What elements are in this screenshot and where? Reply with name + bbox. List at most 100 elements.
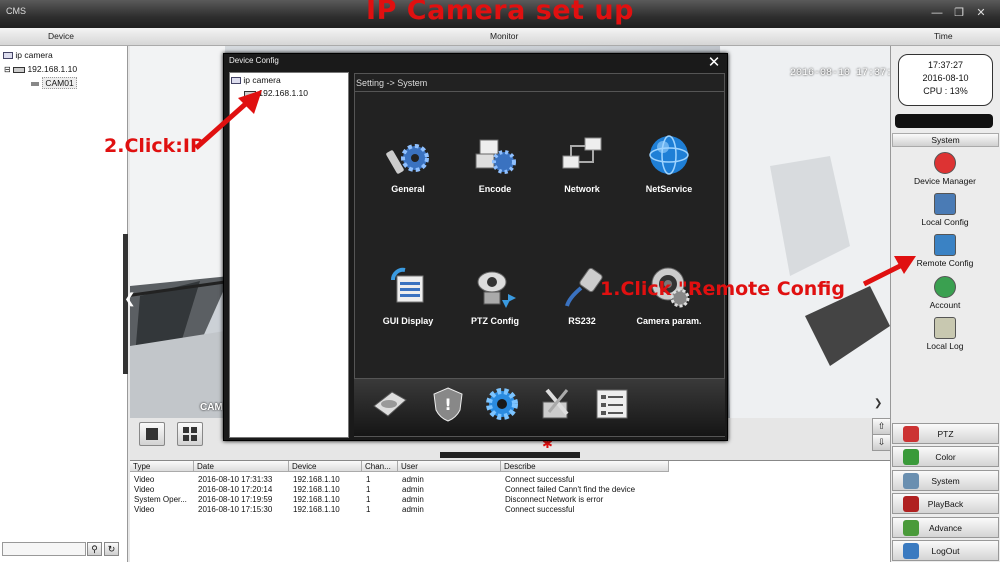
cpu-usage: CPU : 13% (923, 86, 968, 96)
log-column-header[interactable]: Describe (501, 461, 669, 472)
dialog-tree-root-label: ip camera (243, 75, 281, 85)
config-item-label: Encode (478, 184, 512, 194)
system-item[interactable]: Device Manager (893, 152, 997, 186)
dvr-icon (13, 67, 26, 74)
tree-root-label: ip camera (15, 50, 53, 60)
annotation-step1: 1.Click "Remote Config (600, 278, 845, 300)
system-item-label: Remote Config (916, 258, 974, 268)
dialog-close-icon[interactable]: ✕ (706, 53, 722, 71)
camera-group-icon (3, 52, 13, 60)
toolbar-slider[interactable] (440, 452, 580, 458)
log-cell: admin (402, 495, 424, 504)
nav-button[interactable]: LogOut (892, 540, 999, 561)
camera-timestamp: 2016-08-10 17:37:26 (790, 68, 905, 79)
log-cell: 2016-08-10 17:31:33 (198, 475, 273, 484)
status-bar (895, 114, 993, 128)
device-tree-panel (0, 46, 128, 562)
annotation-arrow-remote (862, 256, 916, 287)
close-window-icon[interactable]: ✕ (974, 6, 988, 20)
config-item-label: Camera param. (636, 316, 702, 326)
log-cell: Video (134, 505, 155, 514)
playback-icon (903, 496, 919, 512)
tree-ip-label: 192.168.1.10 (27, 64, 78, 74)
config-item[interactable]: General (368, 132, 448, 194)
info-category-icon[interactable] (592, 384, 632, 424)
feed-next-icon[interactable]: ❯ (874, 398, 882, 409)
breadcrumb-divider (354, 91, 725, 92)
device-manager-icon (934, 152, 956, 174)
nav-button[interactable]: Color (892, 446, 999, 467)
advance-icon (903, 520, 919, 536)
system-category-icon[interactable] (482, 384, 522, 424)
config-item-label: RS232 (568, 316, 596, 326)
camera-label: CAM (200, 402, 223, 413)
tree-item-ip[interactable]: ⊟ 192.168.1.10 (4, 64, 77, 74)
feed-prev-icon[interactable]: ❮ (124, 290, 136, 307)
monitor-header: Monitor (490, 31, 519, 41)
config-item[interactable]: Encode (455, 132, 535, 194)
log-cell: 1 (366, 485, 371, 494)
nav-button[interactable]: PTZ (892, 423, 999, 444)
nav-button-label: PlayBack (927, 499, 964, 509)
log-cell: 192.168.1.10 (293, 495, 340, 504)
system-icon (903, 473, 919, 489)
layout-scroll[interactable]: ⇧ ⇩ (872, 418, 891, 451)
log-cell: 2016-08-10 17:19:59 (198, 495, 273, 504)
tree-item-root[interactable]: ip camera (3, 50, 53, 60)
search-icon[interactable]: ⚲ (87, 542, 102, 556)
log-cell: 192.168.1.10 (293, 505, 340, 514)
log-column-header[interactable]: Date (194, 461, 289, 472)
alarm-category-icon[interactable]: ! (428, 384, 468, 424)
log-cell: 192.168.1.10 (293, 475, 340, 484)
device-search-input[interactable] (2, 542, 86, 556)
config-item[interactable]: Network (542, 132, 622, 194)
device-header: Device (48, 31, 74, 41)
tree-item-channel[interactable]: CAM01 (30, 77, 77, 89)
dialog-tree-root[interactable]: ip camera (231, 75, 281, 85)
system-item-label: Account (929, 300, 961, 310)
nav-button-label: Color (935, 452, 956, 462)
nav-button[interactable]: Advance (892, 517, 999, 538)
annotation-step2: 2.Click:IP (104, 135, 204, 157)
log-cell: Connect successful (505, 475, 575, 484)
dialog-title: Device Config (229, 56, 279, 65)
nav-button[interactable]: System (892, 470, 999, 491)
scroll-down-icon[interactable]: ⇩ (872, 434, 891, 451)
log-column-header[interactable]: Device (289, 461, 362, 472)
log-column-header[interactable]: Type (130, 461, 194, 472)
system-item[interactable]: Local Log (893, 317, 997, 351)
log-cell: Video (134, 485, 155, 494)
system-item[interactable]: Local Config (893, 193, 997, 227)
tools-category-icon[interactable] (537, 384, 577, 424)
refresh-icon[interactable]: ↻ (104, 542, 119, 556)
config-item[interactable]: NetService (629, 132, 709, 194)
nav-button-label: System (931, 476, 960, 486)
scroll-up-icon[interactable]: ⇧ (872, 418, 891, 435)
log-cell: Video (134, 475, 155, 484)
log-cell: System Oper... (134, 495, 187, 504)
system-item-label: Local Log (926, 341, 964, 351)
log-cell: Connect successful (505, 505, 575, 514)
clock-date: 2016-08-10 (922, 73, 969, 83)
log-column-header[interactable]: Chan... (362, 461, 398, 472)
nav-button[interactable]: PlayBack (892, 493, 999, 514)
clock-panel: 17:37:27 2016-08-10 CPU : 13% (898, 54, 993, 106)
config-item-label: GUI Display (382, 316, 434, 326)
config-item[interactable]: PTZ Config (455, 264, 535, 326)
annotation-arrow-ip (194, 90, 262, 150)
minimize-icon[interactable]: — (930, 6, 944, 20)
overlay-title: IP Camera set up (366, 0, 634, 26)
config-item[interactable]: GUI Display (368, 264, 448, 326)
encode-icon (455, 132, 535, 178)
log-cell: Connect failed Cann't find the device (505, 485, 636, 494)
account-icon (934, 276, 956, 298)
storage-category-icon[interactable] (370, 384, 410, 424)
restore-icon[interactable]: ❐ (952, 6, 966, 20)
layout-1-button[interactable] (139, 422, 165, 446)
log-column-header[interactable]: User (398, 461, 501, 472)
gui-display-icon (368, 264, 448, 310)
layout-4-button[interactable] (177, 422, 203, 446)
log-cell: 2016-08-10 17:15:30 (198, 505, 273, 514)
nav-button-label: PTZ (937, 429, 954, 439)
log-cell: 1 (366, 505, 371, 514)
